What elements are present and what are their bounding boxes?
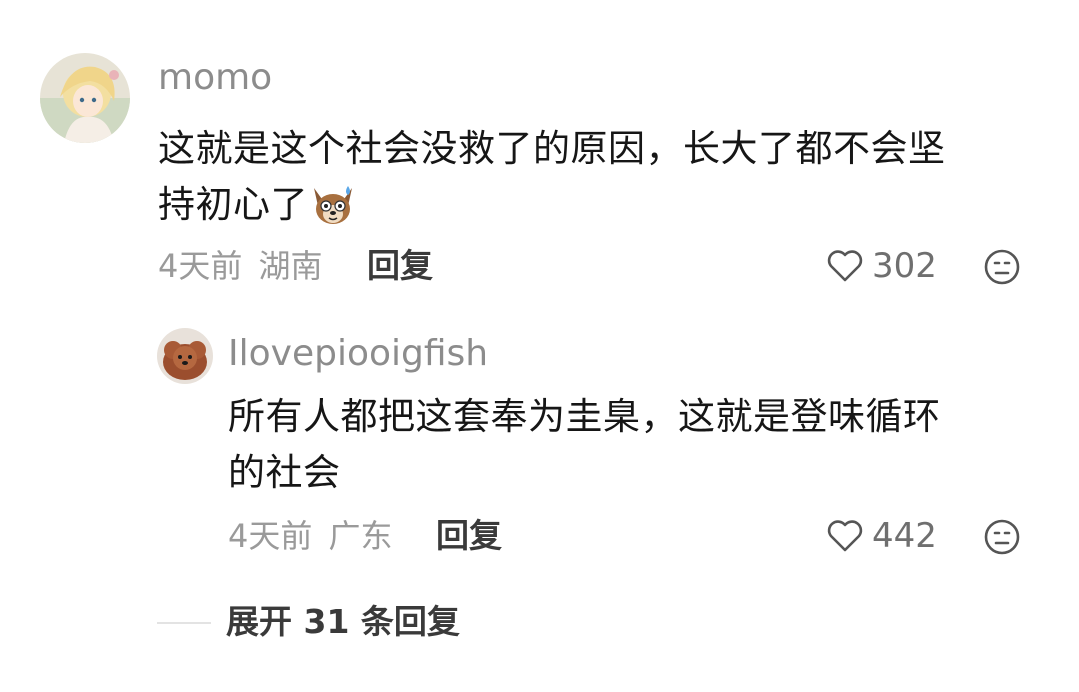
comment-location: 湖南 (258, 247, 323, 285)
reply-location: 广东 (328, 517, 393, 555)
comment-meta: 4天前 湖南 (158, 246, 323, 286)
expand-divider (157, 622, 211, 624)
reply-text-line1: 所有人都把这套奉为圭臬，这就是登味循环 (228, 395, 941, 438)
reply-dislike-button[interactable] (983, 518, 1021, 556)
avatar-momo[interactable] (40, 53, 130, 143)
comment-like-button[interactable]: 302 (826, 246, 937, 286)
expand-replies-button[interactable]: 展开 31 条回复 (226, 602, 460, 642)
reply-text-line2: 的社会 (228, 451, 341, 494)
reply-username[interactable]: Ilovepiooigfish (228, 332, 488, 376)
heart-outline-icon (826, 519, 864, 553)
comment-username[interactable]: momo (158, 56, 272, 100)
comment-time: 4天前 (158, 247, 243, 285)
comment-like-count: 302 (872, 246, 937, 286)
reply-like-count: 442 (872, 516, 937, 556)
comment-text-line1: 这就是这个社会没救了的原因，长大了都不会坚 (158, 127, 946, 170)
dog-sweat-emoji-icon (310, 182, 356, 228)
reply-time: 4天前 (228, 517, 313, 555)
heart-outline-icon (826, 249, 864, 283)
comment-text: 这就是这个社会没救了的原因，长大了都不会坚 持初心了 (158, 121, 1058, 233)
comment-text-line2: 持初心了 (158, 183, 308, 226)
reply-text: 所有人都把这套奉为圭臬，这就是登味循环 的社会 (228, 389, 1058, 501)
reply-meta: 4天前 广东 (228, 516, 393, 556)
unhappy-face-icon (983, 519, 1021, 560)
avatar-ilovepiooigfish[interactable] (157, 328, 213, 384)
reply-like-button[interactable]: 442 (826, 516, 937, 556)
unhappy-face-icon (983, 249, 1021, 290)
comment-reply-button[interactable]: 回复 (367, 246, 433, 286)
reply-reply-button[interactable]: 回复 (436, 516, 502, 556)
comment-dislike-button[interactable] (983, 248, 1021, 286)
